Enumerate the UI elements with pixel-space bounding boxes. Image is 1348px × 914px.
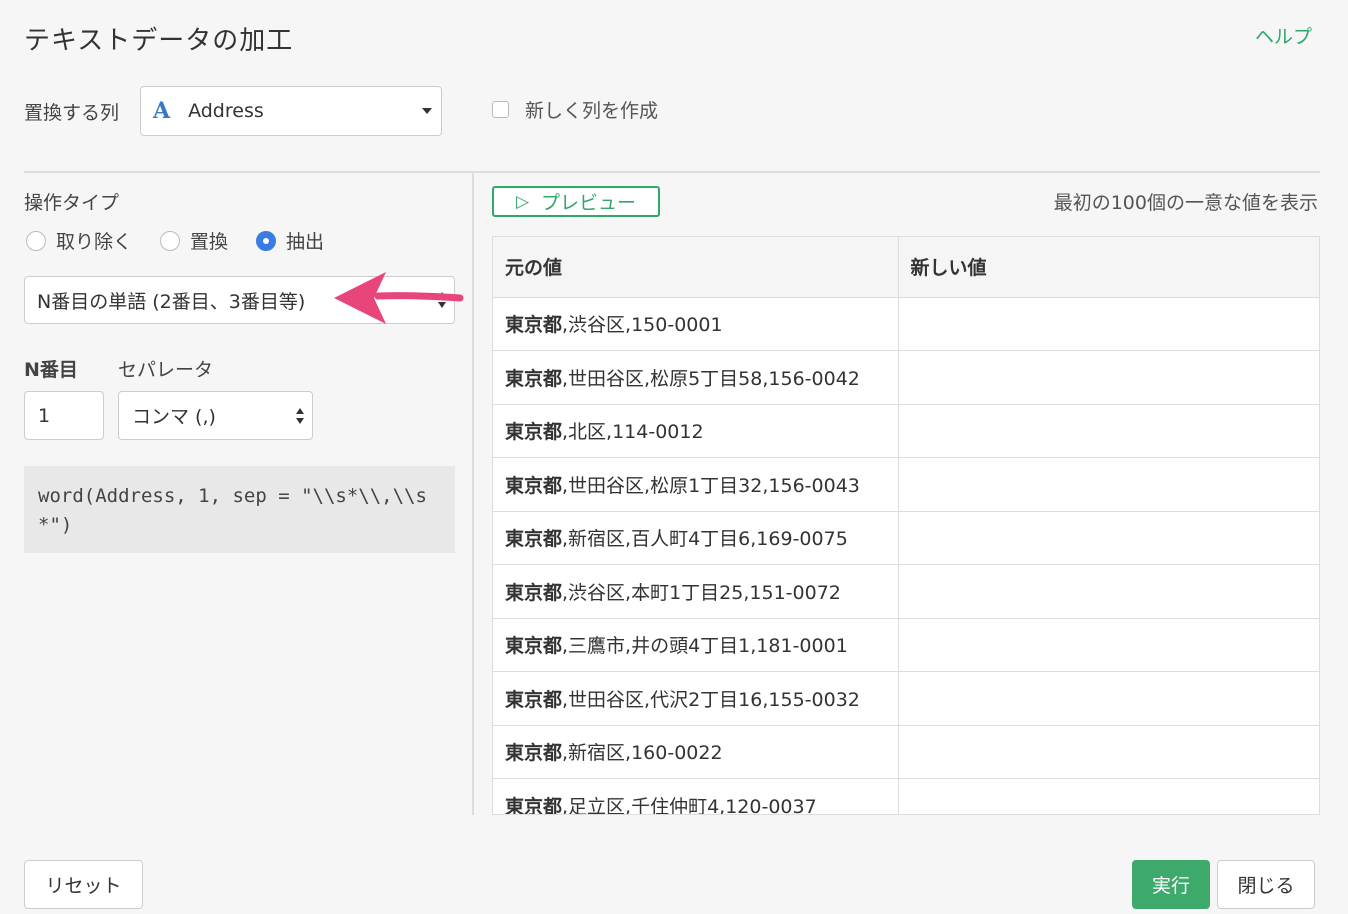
radio-label: 取り除く — [56, 231, 133, 253]
prefecture-text: 東京都 — [505, 581, 563, 604]
new-value-cell — [898, 564, 1319, 619]
prefecture-text: 東京都 — [505, 528, 563, 551]
annotation-arrow-icon — [334, 272, 464, 324]
prefecture-text: 東京都 — [505, 635, 563, 658]
new-column-label: 新しく列を作成 — [525, 100, 659, 122]
prefecture-text: 東京都 — [505, 367, 563, 390]
help-link[interactable]: ヘルプ — [1255, 22, 1312, 49]
table-row: 東京都,北区,114-0012 — [493, 404, 1319, 458]
address-rest-text: ,新宿区,160-0022 — [562, 742, 723, 765]
table-row: 東京都,渋谷区,150-0001 — [493, 297, 1319, 351]
new-column-checkbox[interactable] — [492, 101, 509, 118]
prefecture-text: 東京都 — [505, 742, 563, 765]
run-button[interactable]: 実行 — [1132, 860, 1210, 909]
radio-label: 置換 — [190, 231, 229, 253]
table-header-row: 元の値 新しい値 — [493, 237, 1319, 298]
address-rest-text: ,渋谷区,150-0001 — [562, 314, 723, 337]
preview-table[interactable]: 元の値 新しい値 東京都,渋谷区,150-0001 東京都,世田谷区,松原5丁目5… — [492, 236, 1320, 815]
original-value-cell: 東京都,世田谷区,松原5丁目58,156-0042 — [493, 350, 899, 405]
chevron-down-icon — [422, 108, 432, 114]
table-row: 東京都,三鷹市,井の頭4丁目1,181-0001 — [493, 618, 1319, 672]
address-rest-text: ,新宿区,百人町4丁目6,169-0075 — [562, 528, 848, 551]
operation-type-radios: 取り除く 置換 抽出 — [26, 227, 352, 254]
original-value-cell: 東京都,渋谷区,本町1丁目25,151-0072 — [493, 564, 899, 619]
column-select-value: Address — [188, 100, 264, 122]
new-value-cell — [898, 404, 1319, 458]
table-row: 東京都,渋谷区,本町1丁目25,151-0072 — [493, 564, 1319, 619]
new-value-cell — [898, 297, 1319, 351]
new-value-cell — [898, 618, 1319, 672]
original-value-cell: 東京都,三鷹市,井の頭4丁目1,181-0001 — [493, 618, 899, 672]
string-type-icon: A — [153, 98, 171, 124]
nth-label: N番目 — [24, 359, 78, 381]
new-value-cell — [898, 725, 1319, 779]
original-value-cell: 東京都,世田谷区,松原1丁目32,156-0043 — [493, 457, 899, 512]
header-new: 新しい値 — [898, 237, 1319, 298]
new-value-cell — [898, 457, 1319, 512]
table-row: 東京都,新宿区,160-0022 — [493, 725, 1319, 779]
new-column-option[interactable]: 新しく列を作成 — [492, 96, 658, 123]
radio-remove[interactable]: 取り除く — [26, 227, 132, 254]
preview-button[interactable]: ▷ プレビュー — [492, 186, 660, 217]
address-rest-text: ,渋谷区,本町1丁目25,151-0072 — [562, 581, 841, 604]
generated-code: word(Address, 1, sep = "\\s*\\,\\s*") — [24, 466, 455, 553]
nth-input[interactable]: 1 — [24, 391, 104, 440]
table-row: 東京都,世田谷区,松原5丁目58,156-0042 — [493, 350, 1319, 405]
original-value-cell: 東京都,世田谷区,代沢2丁目16,155-0032 — [493, 671, 899, 726]
table-row: 東京都,足立区,千住仲町4,120-0037 — [493, 778, 1319, 815]
separator-select[interactable]: コンマ (,) — [118, 391, 313, 440]
preview-button-label: プレビュー — [541, 192, 637, 214]
address-rest-text: ,三鷹市,井の頭4丁目1,181-0001 — [562, 635, 848, 658]
prefecture-text: 東京都 — [505, 421, 563, 444]
original-value-cell: 東京都,北区,114-0012 — [493, 404, 899, 458]
radio-replace[interactable]: 置換 — [160, 227, 228, 254]
separator-value: コンマ (,) — [132, 406, 216, 428]
operation-type-label: 操作タイプ — [24, 192, 120, 214]
new-value-cell — [898, 778, 1319, 814]
radio-button[interactable] — [26, 230, 46, 251]
table-row: 東京都,世田谷区,代沢2丁目16,155-0032 — [493, 671, 1319, 726]
section-divider — [24, 171, 1320, 173]
column-label: 置換する列 — [24, 102, 120, 124]
separator-label: セパレータ — [118, 359, 214, 381]
new-value-cell — [898, 511, 1319, 565]
table-row: 東京都,新宿区,百人町4丁目6,169-0075 — [493, 511, 1319, 565]
address-rest-text: ,世田谷区,松原5丁目58,156-0042 — [562, 367, 860, 390]
prefecture-text: 東京都 — [505, 688, 563, 711]
original-value-cell: 東京都,新宿区,百人町4丁目6,169-0075 — [493, 511, 899, 565]
extract-method-value: N番目の単語 (2番目、3番目等) — [37, 290, 306, 313]
prefecture-text: 東京都 — [505, 474, 563, 497]
header-original: 元の値 — [493, 237, 899, 298]
prefecture-text: 東京都 — [505, 795, 563, 815]
address-rest-text: ,北区,114-0012 — [562, 421, 704, 444]
new-value-cell — [898, 671, 1319, 726]
dialog-title: テキストデータの加工 — [24, 26, 294, 56]
radio-extract[interactable]: 抽出 — [256, 227, 324, 254]
radio-label: 抽出 — [286, 231, 325, 253]
close-button[interactable]: 閉じる — [1217, 860, 1315, 909]
play-icon: ▷ — [515, 191, 530, 212]
radio-button[interactable] — [160, 230, 181, 251]
preview-note: 最初の100個の一意な値を表示 — [1053, 192, 1318, 214]
original-value-cell: 東京都,渋谷区,150-0001 — [493, 297, 899, 351]
table-row: 東京都,世田谷区,松原1丁目32,156-0043 — [493, 457, 1319, 512]
panel-divider — [472, 173, 474, 815]
reset-button[interactable]: リセット — [24, 860, 143, 909]
radio-button-selected[interactable] — [256, 230, 277, 251]
select-arrows-icon — [296, 407, 304, 424]
original-value-cell: 東京都,新宿区,160-0022 — [493, 725, 899, 779]
column-select[interactable]: A Address — [140, 86, 442, 136]
new-value-cell — [898, 350, 1319, 405]
address-rest-text: ,世田谷区,松原1丁目32,156-0043 — [562, 474, 860, 497]
prefecture-text: 東京都 — [505, 314, 563, 337]
address-rest-text: ,足立区,千住仲町4,120-0037 — [562, 795, 817, 815]
address-rest-text: ,世田谷区,代沢2丁目16,155-0032 — [562, 688, 860, 711]
original-value-cell: 東京都,足立区,千住仲町4,120-0037 — [493, 778, 899, 815]
